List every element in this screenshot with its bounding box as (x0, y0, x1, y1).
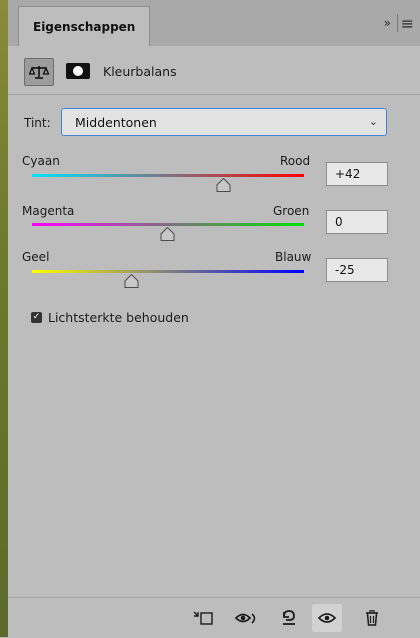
collapse-panel-icon[interactable]: » (384, 16, 391, 30)
yellow-blue-slider-thumb[interactable] (124, 274, 139, 288)
tab-properties[interactable]: Eigenschappen (18, 6, 151, 47)
visibility-eye-icon[interactable] (312, 604, 342, 632)
cyan-red-value-input[interactable]: +42 (326, 162, 388, 186)
panel-menu-icon[interactable]: ≡ (401, 14, 414, 33)
slider-yellow-label: Geel (22, 250, 50, 264)
trash-icon[interactable] (357, 604, 387, 632)
clip-to-layer-icon[interactable] (188, 604, 218, 632)
preserve-luminosity-checkbox[interactable]: ✓ (31, 312, 42, 323)
preserve-luminosity-label: Lichtsterkte behouden (48, 310, 189, 325)
reset-icon[interactable] (274, 604, 304, 632)
tab-separator (397, 14, 398, 32)
cyan-red-slider-track[interactable] (32, 174, 304, 177)
magenta-green-slider-track[interactable] (32, 223, 304, 226)
slider-magenta-label: Magenta (22, 204, 75, 218)
balance-scale-icon[interactable] (24, 58, 54, 86)
panel-tab-bar: Eigenschappen » ≡ (8, 0, 420, 47)
chevron-down-icon: ⌄ (368, 115, 378, 128)
preserve-luminosity-row[interactable]: ✓ Lichtsterkte behouden (31, 310, 189, 325)
properties-panel: Kleurbalans Tint: Middentonen ⌄ Cyaan Ro… (8, 46, 420, 638)
properties-window: Eigenschappen » ≡ Kleurbalans Tint: Midd… (0, 0, 420, 638)
yellow-blue-slider-track[interactable] (32, 270, 304, 273)
canvas-edge-strip (0, 0, 8, 637)
slider-blue-label: Blauw (275, 250, 312, 264)
yellow-blue-value-input[interactable]: -25 (326, 258, 388, 282)
slider-cyan-label: Cyaan (22, 154, 60, 168)
view-previous-state-icon[interactable] (232, 604, 262, 632)
tint-dropdown[interactable]: Middentonen ⌄ (61, 108, 387, 136)
tint-selected-value: Middentonen (75, 114, 157, 130)
tint-label: Tint: (24, 116, 51, 130)
adjustment-header: Kleurbalans (8, 46, 420, 95)
slider-green-label: Groen (273, 204, 310, 218)
adjustment-title: Kleurbalans (103, 64, 177, 79)
layer-mask-icon[interactable] (66, 63, 90, 79)
magenta-green-slider-thumb[interactable] (160, 227, 175, 241)
slider-red-label: Rood (280, 154, 311, 168)
magenta-green-value-input[interactable]: 0 (326, 210, 388, 234)
cyan-red-slider-thumb[interactable] (216, 178, 231, 192)
panel-footer-toolbar (8, 597, 420, 638)
